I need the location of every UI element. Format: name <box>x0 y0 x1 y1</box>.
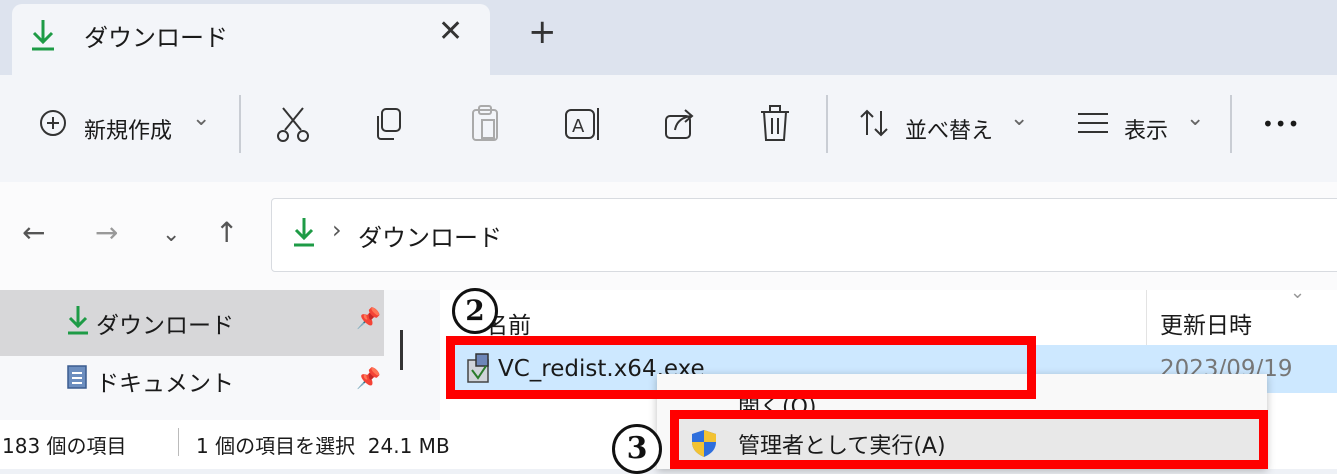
step-number-2: 2 <box>452 288 498 334</box>
back-arrow-icon[interactable]: ← <box>22 216 45 249</box>
cut-icon[interactable] <box>275 104 311 144</box>
more-options-button[interactable]: ••• <box>1262 112 1300 136</box>
new-button-label[interactable]: 新規作成 <box>84 113 172 145</box>
pin-icon[interactable]: 📌 <box>356 306 381 330</box>
sort-chevron-icon: ⌄ <box>1290 282 1306 303</box>
download-icon <box>68 306 88 335</box>
plus-circle-icon <box>40 110 66 136</box>
sort-icon <box>860 109 888 137</box>
chevron-down-icon[interactable]: ⌄ <box>192 106 210 131</box>
status-divider <box>178 428 179 456</box>
delete-icon[interactable] <box>758 104 792 144</box>
step-number-3: 3 <box>612 424 662 474</box>
breadcrumb-location[interactable]: ダウンロード <box>358 218 502 253</box>
copy-icon[interactable] <box>372 106 406 142</box>
view-button-label[interactable]: 表示 <box>1124 113 1168 145</box>
pin-icon[interactable]: 📌 <box>356 366 381 390</box>
highlight-box-file <box>446 336 1036 399</box>
document-icon <box>67 365 87 389</box>
chevron-down-icon[interactable]: ⌄ <box>1186 106 1204 131</box>
column-divider <box>1146 290 1147 345</box>
download-icon <box>294 218 314 247</box>
sidebar-item-label[interactable]: ドキュメント <box>96 364 234 398</box>
tab-title: ダウンロード <box>84 24 228 52</box>
paste-icon[interactable] <box>468 104 502 144</box>
toolbar-divider <box>1230 95 1232 153</box>
toolbar-divider <box>826 95 828 153</box>
view-icon <box>1078 113 1108 133</box>
share-icon[interactable] <box>663 106 697 142</box>
forward-arrow-icon[interactable]: → <box>95 216 118 249</box>
up-arrow-icon[interactable]: ↑ <box>215 216 238 249</box>
recent-chevron-icon[interactable]: ⌄ <box>162 222 180 247</box>
download-icon <box>32 20 54 51</box>
status-selection: 1 個の項目を選択 24.1 MB <box>196 434 450 458</box>
sort-button-label[interactable]: 並べ替え <box>905 113 993 145</box>
column-header-modified[interactable]: 更新日時 <box>1160 306 1252 340</box>
toolbar-divider <box>239 95 241 153</box>
tab-close-button[interactable]: ✕ <box>438 14 463 49</box>
status-item-count: 183 個の項目 <box>2 434 127 458</box>
sidebar-item-label: ダウンロード <box>96 313 234 339</box>
highlight-box-run-as-admin <box>670 410 1268 469</box>
new-tab-button[interactable]: + <box>528 12 557 52</box>
breadcrumb-separator: › <box>332 216 342 244</box>
rename-icon[interactable]: A <box>563 104 603 144</box>
pane-resize-handle[interactable] <box>400 330 403 370</box>
chevron-down-icon[interactable]: ⌄ <box>1010 106 1028 131</box>
svg-text:A: A <box>572 116 585 137</box>
